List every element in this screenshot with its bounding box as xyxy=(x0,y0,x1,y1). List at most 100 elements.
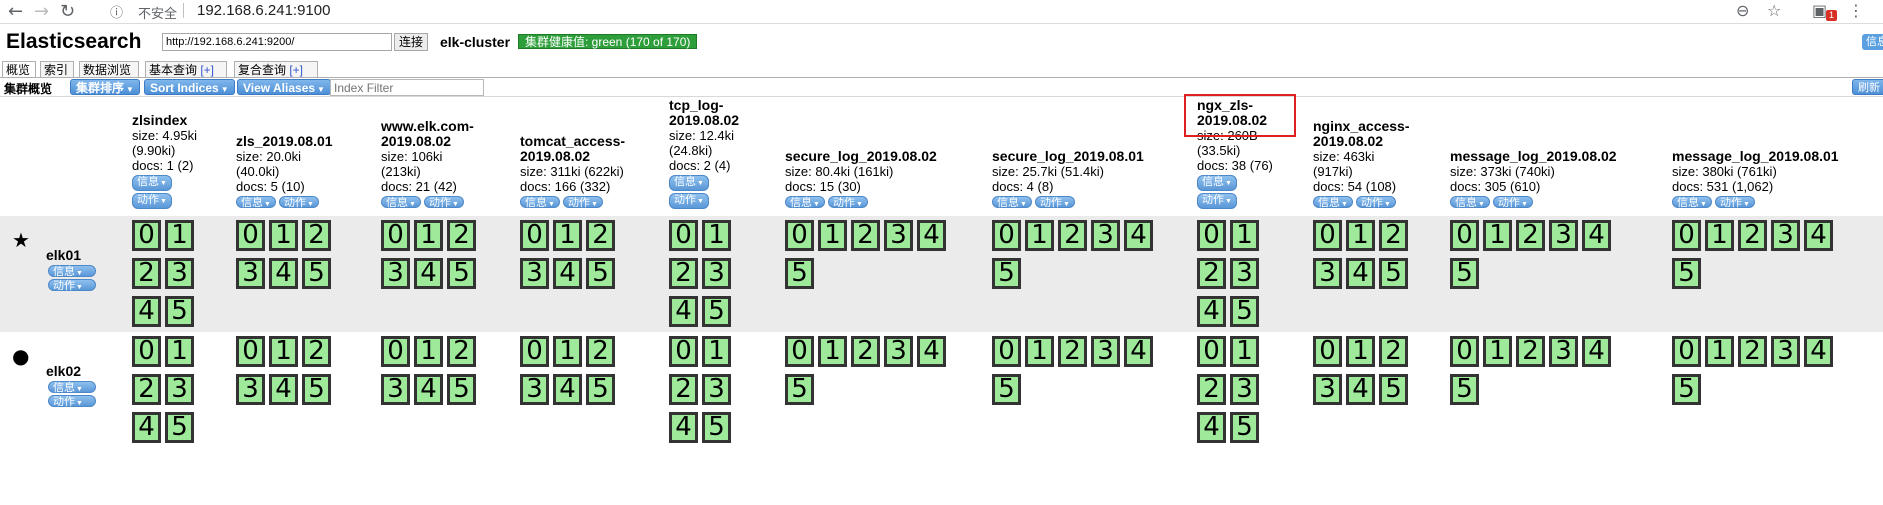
tab-data-browser[interactable]: 数据浏览 xyxy=(79,61,139,78)
shard-box[interactable]: 1 xyxy=(1346,220,1375,251)
top-info-button[interactable]: 信息 xyxy=(1862,34,1883,50)
shard-box[interactable]: 3 xyxy=(702,258,731,289)
node-info-button[interactable]: 信息▼ xyxy=(48,381,96,394)
index-action-button[interactable]: 动作▼ xyxy=(132,193,172,209)
shard-box[interactable]: 2 xyxy=(1197,258,1226,289)
bookmark-star-icon[interactable]: ☆ xyxy=(1767,1,1781,20)
index-action-button[interactable]: 动作▼ xyxy=(1492,196,1533,209)
reload-icon[interactable]: ↻ xyxy=(60,2,75,22)
shard-box[interactable]: 1 xyxy=(1230,336,1259,367)
address-bar-url[interactable]: 192.168.6.241:9100 xyxy=(197,2,330,19)
shard-box[interactable]: 4 xyxy=(1346,258,1375,289)
shard-box[interactable]: 1 xyxy=(818,336,847,367)
connect-button[interactable]: 连接 xyxy=(394,33,429,51)
shard-box[interactable]: 0 xyxy=(1450,220,1479,251)
shard-box[interactable]: 5 xyxy=(785,258,814,289)
shard-box[interactable]: 0 xyxy=(992,336,1021,367)
shard-box[interactable]: 2 xyxy=(132,258,161,289)
shard-box[interactable]: 0 xyxy=(1313,336,1342,367)
shard-box[interactable]: 5 xyxy=(1230,412,1259,443)
shard-box[interactable]: 1 xyxy=(1483,220,1512,251)
shard-box[interactable]: 5 xyxy=(1379,258,1408,289)
shard-box[interactable]: 3 xyxy=(520,258,549,289)
index-info-button[interactable]: 信息▼ xyxy=(1313,196,1353,209)
shard-box[interactable]: 1 xyxy=(702,220,731,251)
browser-menu-icon[interactable]: ⋮ xyxy=(1848,1,1864,20)
shard-box[interactable]: 2 xyxy=(851,220,880,251)
info-circle-icon[interactable]: ⓘ xyxy=(110,2,123,21)
index-info-button[interactable]: 信息▼ xyxy=(520,196,560,209)
shard-box[interactable]: 3 xyxy=(1549,336,1578,367)
shard-box[interactable]: 2 xyxy=(1738,336,1767,367)
shard-box[interactable]: 5 xyxy=(447,374,476,405)
index-action-button[interactable]: 动作▼ xyxy=(827,196,868,209)
shard-box[interactable]: 5 xyxy=(1450,258,1479,289)
shard-box[interactable]: 2 xyxy=(586,220,615,251)
shard-box[interactable]: 3 xyxy=(1091,220,1120,251)
shard-box[interactable]: 4 xyxy=(1197,412,1226,443)
shard-box[interactable]: 0 xyxy=(132,336,161,367)
shard-box[interactable]: 4 xyxy=(669,296,698,327)
shard-box[interactable]: 4 xyxy=(1124,336,1153,367)
shard-box[interactable]: 5 xyxy=(992,374,1021,405)
shard-box[interactable]: 2 xyxy=(1738,220,1767,251)
shard-box[interactable]: 3 xyxy=(884,336,913,367)
shard-box[interactable]: 5 xyxy=(702,296,731,327)
shard-box[interactable]: 5 xyxy=(1672,258,1701,289)
shard-box[interactable]: 1 xyxy=(1346,336,1375,367)
shard-box[interactable]: 3 xyxy=(1771,220,1800,251)
index-info-button[interactable]: 信息▼ xyxy=(381,196,421,209)
shard-box[interactable]: 5 xyxy=(785,374,814,405)
shard-box[interactable]: 3 xyxy=(1230,374,1259,405)
shard-box[interactable]: 3 xyxy=(884,220,913,251)
shard-box[interactable]: 4 xyxy=(1346,374,1375,405)
node-action-button[interactable]: 动作▼ xyxy=(48,395,96,408)
shard-box[interactable]: 2 xyxy=(447,220,476,251)
view-aliases-button[interactable]: View Aliases ▼ xyxy=(237,79,331,95)
shard-box[interactable]: 1 xyxy=(269,336,298,367)
shard-box[interactable]: 1 xyxy=(553,336,582,367)
shard-box[interactable]: 3 xyxy=(236,374,265,405)
shard-box[interactable]: 4 xyxy=(132,296,161,327)
shard-box[interactable]: 5 xyxy=(702,412,731,443)
shard-box[interactable]: 2 xyxy=(669,258,698,289)
index-action-button[interactable]: 动作▼ xyxy=(423,196,464,209)
shard-box[interactable]: 4 xyxy=(917,336,946,367)
index-info-button[interactable]: 信息▼ xyxy=(669,175,709,191)
shard-box[interactable]: 0 xyxy=(236,220,265,251)
shard-box[interactable]: 2 xyxy=(302,220,331,251)
back-arrow-icon[interactable]: ← xyxy=(8,2,23,22)
shard-box[interactable]: 0 xyxy=(669,336,698,367)
index-info-button[interactable]: 信息▼ xyxy=(132,175,172,191)
shard-box[interactable]: 2 xyxy=(851,336,880,367)
index-info-button[interactable]: 信息▼ xyxy=(785,196,825,209)
shard-box[interactable]: 3 xyxy=(381,258,410,289)
shard-box[interactable]: 2 xyxy=(302,336,331,367)
shard-box[interactable]: 4 xyxy=(269,258,298,289)
tab-overview[interactable]: 概览 xyxy=(2,61,36,78)
shard-box[interactable]: 1 xyxy=(1705,220,1734,251)
shard-box[interactable]: 5 xyxy=(1672,374,1701,405)
shard-box[interactable]: 2 xyxy=(1516,336,1545,367)
shard-box[interactable]: 2 xyxy=(1058,336,1087,367)
shard-box[interactable]: 0 xyxy=(785,220,814,251)
shard-box[interactable]: 5 xyxy=(165,296,194,327)
shard-box[interactable]: 5 xyxy=(302,258,331,289)
shard-box[interactable]: 5 xyxy=(165,412,194,443)
shard-box[interactable]: 0 xyxy=(520,220,549,251)
index-action-button[interactable]: 动作▼ xyxy=(669,193,709,209)
shard-box[interactable]: 0 xyxy=(1672,220,1701,251)
shard-box[interactable]: 0 xyxy=(785,336,814,367)
shard-box[interactable]: 2 xyxy=(447,336,476,367)
extension-icon[interactable]: ▣ xyxy=(1812,1,1827,20)
shard-box[interactable]: 0 xyxy=(236,336,265,367)
zoom-out-icon[interactable]: ⊖ xyxy=(1736,1,1749,20)
shard-box[interactable]: 1 xyxy=(1025,220,1054,251)
shard-box[interactable]: 1 xyxy=(165,336,194,367)
shard-box[interactable]: 4 xyxy=(1582,336,1611,367)
shard-box[interactable]: 4 xyxy=(1804,336,1833,367)
shard-box[interactable]: 0 xyxy=(1313,220,1342,251)
tab-compound-query[interactable]: 复合查询 [+] xyxy=(234,61,318,78)
index-action-button[interactable]: 动作▼ xyxy=(562,196,603,209)
shard-box[interactable]: 2 xyxy=(1197,374,1226,405)
